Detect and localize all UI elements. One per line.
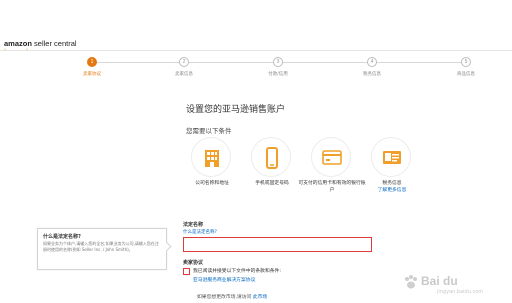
learn-more-link[interactable]: 了解更多信息 (378, 188, 407, 193)
change-marketplace-text: 如果您想更改市场,请访问 (197, 295, 252, 300)
mobile-phone-icon (266, 147, 278, 169)
logo-brand: amazon (4, 39, 32, 48)
help-box-text: 如果业务为个体户,请输入您的全名;如果业务为公司,请输入您在注册时使用的名称(例… (43, 241, 159, 252)
step-1-dot[interactable]: 1 (87, 57, 97, 67)
building-icon (205, 150, 219, 167)
amazon-seller-central-logo[interactable]: amazon seller central (4, 39, 77, 51)
step-3-dot[interactable]: 3 (273, 57, 283, 67)
watermark-url: jingyan.baidu.com (437, 289, 484, 295)
help-box-pointer (161, 241, 172, 252)
requirement-label: 税务信息 了解更多信息 (357, 180, 427, 194)
step-connector (189, 62, 273, 63)
header: amazon seller central (0, 0, 512, 52)
baidu-watermark: Bai du jingyan.baidu.com (403, 272, 508, 298)
step-3-label: 付款/信用 (268, 72, 288, 77)
legal-name-hint-link[interactable]: 什么是法定名称? (183, 229, 217, 235)
step-4-label: 税务信息 (363, 72, 381, 77)
page-title: 设置您的亚马逊销售账户 (186, 105, 286, 115)
paw-icon (405, 275, 417, 289)
requirements-subtitle: 您需要以下条件 (186, 127, 232, 135)
requirement-label-text: 税务信息 (382, 181, 402, 186)
logo-product: seller central (34, 39, 77, 48)
step-connector (97, 62, 179, 63)
change-marketplace-link[interactable]: 此市场 (253, 295, 267, 300)
requirement-circle (371, 137, 411, 177)
requirement-circle (251, 137, 291, 177)
requirement-circle (191, 137, 231, 177)
step-2-dot[interactable]: 2 (179, 57, 189, 67)
step-connector (377, 62, 461, 63)
legal-name-label: 法定名称 (183, 222, 204, 228)
watermark-brand: Bai du (421, 274, 458, 288)
header-divider (0, 50, 512, 51)
help-box-title: 什么是法定名称? (43, 234, 81, 240)
step-connector (283, 62, 367, 63)
seller-agreement-label: 卖家协议 (183, 260, 204, 266)
requirement-circle (311, 137, 351, 177)
step-2-label: 卖家信息 (175, 72, 193, 77)
legal-name-help-box: 什么是法定名称? 如果业务为个体户,请输入您的全名;如果业务为公司,请输入您在注… (37, 228, 172, 270)
agreement-text: 我已阅读并接受以下文件中的条款和条件: (193, 269, 281, 274)
step-1-label: 卖家协议 (83, 72, 101, 77)
step-5-dot[interactable]: 5 (461, 57, 471, 67)
change-marketplace-line: 如果您想更改市场,请访问 此市场 (197, 293, 267, 300)
legal-name-input[interactable] (183, 237, 372, 252)
agreement-document-link[interactable]: 亚马逊服务商业解决方案协议 (193, 276, 255, 283)
agreement-checkbox[interactable] (183, 268, 190, 275)
step-4-dot[interactable]: 4 (367, 57, 377, 67)
id-card-icon (383, 151, 401, 164)
credit-card-icon (322, 150, 342, 165)
step-5-label: 商品信息 (457, 72, 475, 77)
